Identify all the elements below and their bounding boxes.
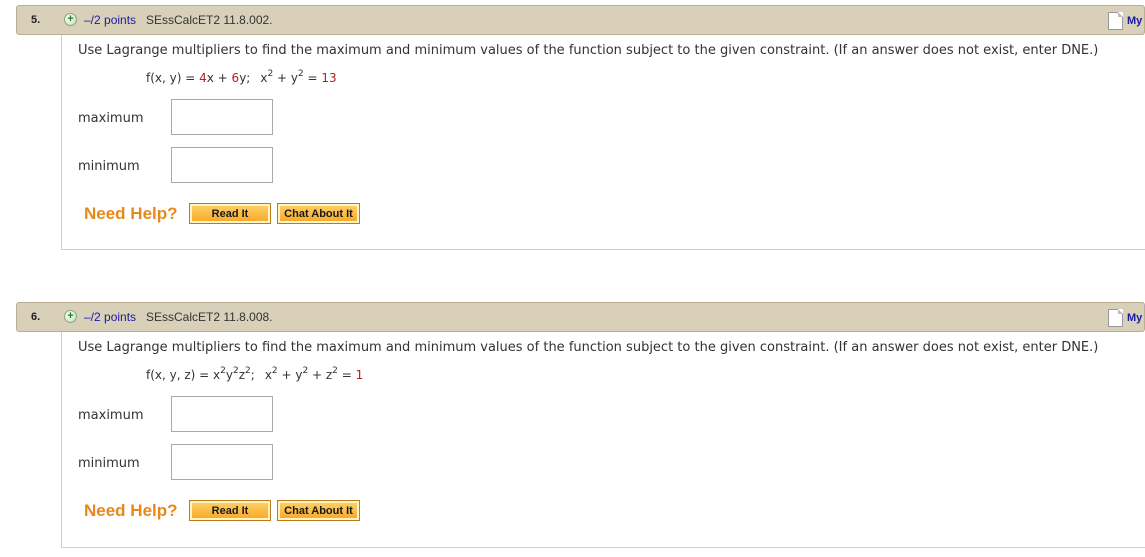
notes-page-icon[interactable] xyxy=(1108,12,1123,30)
expression-text: x + xyxy=(206,71,232,85)
question-number: 5. xyxy=(31,14,41,26)
expression-text: + y xyxy=(273,71,298,85)
function-lhs: f(x, y) = xyxy=(146,71,200,85)
maximum-label: maximum xyxy=(78,408,144,423)
need-help-label: Need Help? xyxy=(84,501,178,520)
question-body: Use Lagrange multipliers to find the max… xyxy=(61,332,1145,548)
question-header: 5. + –/2 points SEssCalcET2 11.8.002. My xyxy=(16,5,1145,35)
my-notes-link[interactable]: My xyxy=(1108,308,1142,328)
expression-text: = xyxy=(337,368,356,382)
question-header: 6. + –/2 points SEssCalcET2 11.8.008. My xyxy=(16,302,1145,332)
maximum-input[interactable] xyxy=(171,99,273,135)
expression-text: x xyxy=(264,368,272,382)
question-5: 5. + –/2 points SEssCalcET2 11.8.002. My… xyxy=(16,5,1145,250)
function-expression: f(x, y, z) = x2y2z2; xyxy=(146,367,255,383)
need-help-label: Need Help? xyxy=(84,204,178,223)
question-code: SEssCalcET2 11.8.008. xyxy=(146,310,273,324)
maximum-label: maximum xyxy=(78,111,144,126)
my-notes-label[interactable]: My xyxy=(1127,312,1142,324)
expression-text: ; xyxy=(250,368,255,382)
chat-about-it-button[interactable]: Chat About It xyxy=(277,203,360,224)
my-notes-label[interactable]: My xyxy=(1127,15,1142,27)
question-prompt: Use Lagrange multipliers to find the max… xyxy=(78,340,1099,355)
formula: f(x, y) = 4x + 6y; x2 + y2 = 13 xyxy=(146,70,337,86)
constant: 4 xyxy=(199,71,207,85)
function-expression: f(x, y) = 4x + 6y; xyxy=(146,71,250,85)
question-code: SEssCalcET2 11.8.002. xyxy=(146,13,273,27)
question-number: 6. xyxy=(31,311,41,323)
points-link[interactable]: –/2 points xyxy=(84,310,136,324)
read-it-button[interactable]: Read It xyxy=(189,500,271,521)
read-it-button[interactable]: Read It xyxy=(189,203,271,224)
my-notes-link[interactable]: My xyxy=(1108,11,1142,31)
minimum-label: minimum xyxy=(78,456,140,471)
expression-text: y; xyxy=(239,71,251,85)
points-link[interactable]: –/2 points xyxy=(84,13,136,27)
minimum-input[interactable] xyxy=(171,444,273,480)
constraint-expression: x2 + y2 = 13 xyxy=(260,70,337,86)
plus-circle-icon[interactable]: + xyxy=(64,13,77,26)
function-lhs: f(x, y, z) = xyxy=(146,368,214,382)
chat-about-it-button[interactable]: Chat About It xyxy=(277,500,360,521)
minimum-input[interactable] xyxy=(171,147,273,183)
question-prompt: Use Lagrange multipliers to find the max… xyxy=(78,43,1099,58)
question-body: Use Lagrange multipliers to find the max… xyxy=(61,35,1145,250)
constant: 1 xyxy=(355,368,364,382)
formula: f(x, y, z) = x2y2z2; x2 + y2 + z2 = 1 xyxy=(146,367,364,383)
expression-text: y xyxy=(225,368,233,382)
maximum-input[interactable] xyxy=(171,396,273,432)
expression-text: + y xyxy=(277,368,303,382)
expression-text: = xyxy=(303,71,322,85)
plus-circle-icon[interactable]: + xyxy=(64,310,77,323)
question-6: 6. + –/2 points SEssCalcET2 11.8.008. My… xyxy=(16,302,1145,548)
constraint-expression: x2 + y2 + z2 = 1 xyxy=(264,367,364,383)
notes-page-icon[interactable] xyxy=(1108,309,1123,327)
constant: 13 xyxy=(321,71,337,85)
expression-text: + z xyxy=(308,368,333,382)
minimum-label: minimum xyxy=(78,159,140,174)
